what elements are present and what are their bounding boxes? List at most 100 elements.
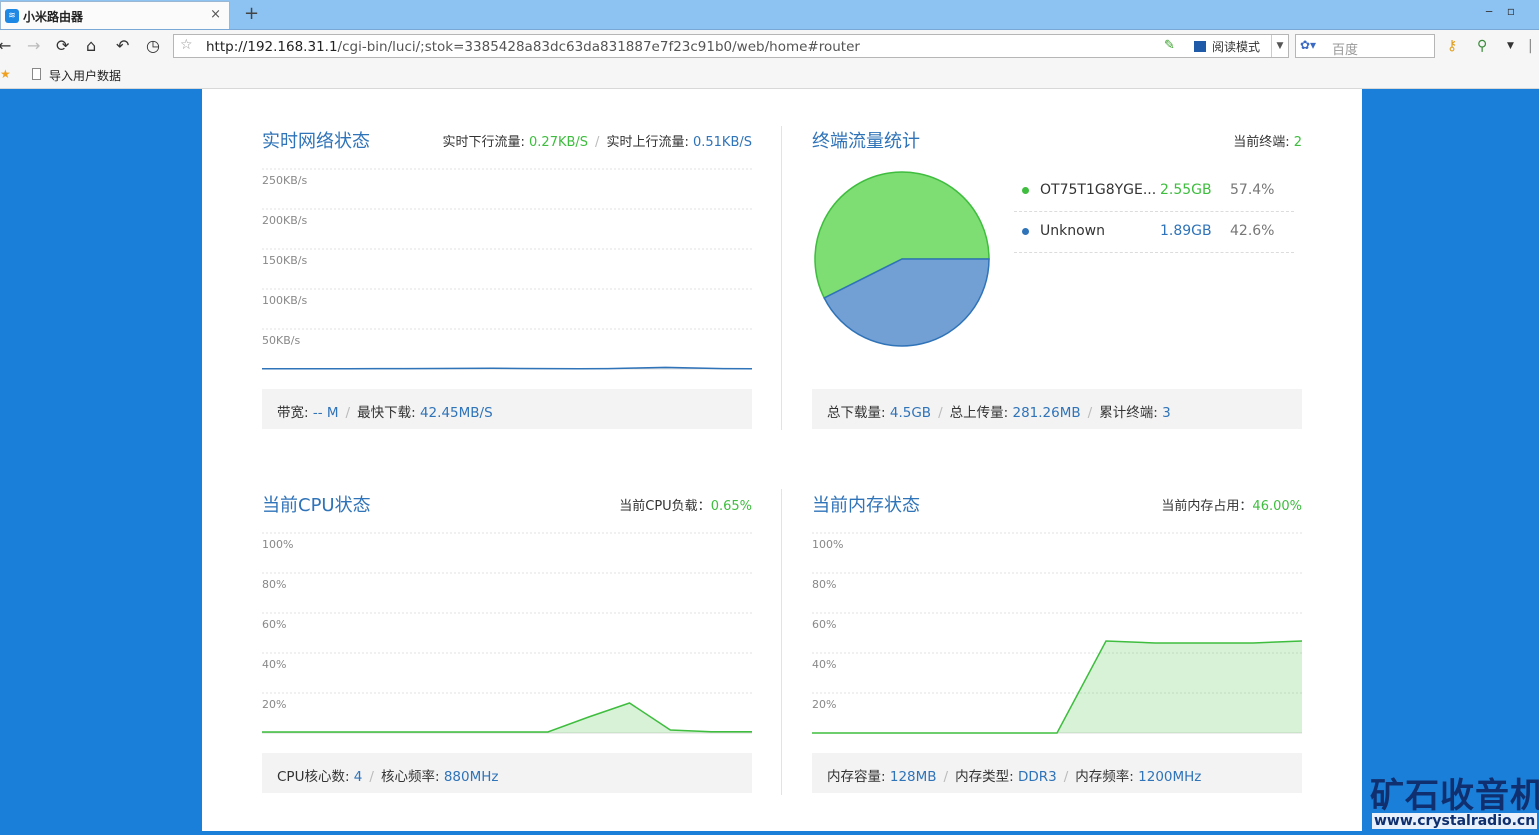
total-upload-value: 281.26MB bbox=[1012, 405, 1081, 421]
forward-icon[interactable]: → bbox=[27, 36, 40, 55]
memory-usage-chart: 100% 80% 60% 40% 20% bbox=[812, 532, 1302, 734]
series-line bbox=[262, 702, 752, 733]
total-download-label: 总下载量: bbox=[827, 405, 886, 421]
cpu-status-title: 当前CPU状态 bbox=[262, 495, 371, 516]
menu-chevron-icon[interactable]: ▼ bbox=[1507, 41, 1514, 51]
memory-status-title: 当前内存状态 bbox=[812, 495, 920, 516]
pin-icon[interactable]: ✎ bbox=[1164, 38, 1175, 53]
navigation-bar: ← → ⟳ ⌂ ↶ ◷ ☆ http://192.168.31.1/cgi-bi… bbox=[0, 30, 1539, 62]
column-divider bbox=[781, 489, 782, 795]
address-bar[interactable]: ☆ http://192.168.31.1/cgi-bin/luci/;stok… bbox=[173, 34, 1289, 58]
memory-freq-value: 1200MHz bbox=[1138, 769, 1202, 785]
legend-row[interactable]: OT75T1G8YGE... 2.55GB 57.4% bbox=[1014, 171, 1294, 212]
total-terminals-value: 3 bbox=[1162, 405, 1171, 421]
device-traffic: 1.89GB bbox=[1160, 223, 1212, 239]
y-tick-label: 200KB/s bbox=[262, 214, 307, 227]
terminal-footer: 总下载量: 4.5GB / 总上传量: 281.26MB / 累计终端: 3 bbox=[812, 389, 1302, 429]
bandwidth-label: 带宽: bbox=[277, 405, 309, 421]
cpu-footer: CPU核心数: 4/核心频率: 880MHz bbox=[262, 753, 752, 793]
total-download-value: 4.5GB bbox=[889, 405, 932, 421]
series-area bbox=[262, 703, 752, 733]
baidu-paw-icon[interactable]: ✿▾ bbox=[1300, 38, 1316, 52]
legend-dot bbox=[1022, 187, 1029, 194]
watermark-logo-text: 矿石收音机 bbox=[1370, 776, 1539, 816]
cpu-cores-value: 4 bbox=[353, 769, 363, 785]
y-tick-label: 80% bbox=[812, 578, 836, 591]
overflow-icon[interactable]: | bbox=[1528, 38, 1533, 54]
y-tick-label: 50KB/s bbox=[262, 334, 300, 347]
y-tick-label: 60% bbox=[262, 618, 286, 631]
memory-capacity-value: 128MB bbox=[889, 769, 937, 785]
memory-capacity-label: 内存容量: bbox=[827, 769, 886, 785]
refresh-icon[interactable]: ⟳ bbox=[56, 36, 69, 55]
tab-bar: ≋ 小米路由器 × + ‒▫ bbox=[0, 0, 1539, 30]
bookmark-import-user-data[interactable]: 导入用户数据 bbox=[49, 67, 121, 84]
memory-type-label: 内存类型: bbox=[955, 769, 1014, 785]
chevron-down-icon[interactable]: ▼ bbox=[1271, 35, 1288, 57]
fastest-download-label: 最快下载: bbox=[357, 405, 416, 421]
watermark: 矿石收音机 www.crystalradio.cn bbox=[1362, 768, 1539, 835]
fastest-download-value: 42.45MB/S bbox=[419, 405, 493, 421]
download-rate-value: 0.27KB/S bbox=[529, 135, 589, 150]
bookmark-star-icon[interactable]: ☆ bbox=[180, 37, 193, 53]
y-tick-label: 60% bbox=[812, 618, 836, 631]
device-traffic: 2.55GB bbox=[1160, 182, 1212, 198]
y-tick-label: 20% bbox=[812, 698, 836, 711]
total-upload-label: 总上传量: bbox=[949, 405, 1009, 421]
cpu-load-value: 0.65% bbox=[710, 499, 752, 514]
y-tick-label: 80% bbox=[262, 578, 286, 591]
close-tab-icon[interactable]: × bbox=[210, 7, 221, 22]
watermark-url: www.crystalradio.cn bbox=[1372, 813, 1538, 829]
wifi-icon: ≋ bbox=[5, 9, 19, 23]
reading-mode-label: 阅读模式 bbox=[1212, 40, 1261, 54]
new-tab-button[interactable]: + bbox=[244, 3, 259, 24]
window-controls[interactable]: ‒▫ bbox=[1485, 4, 1529, 18]
browser-tab[interactable]: ≋ 小米路由器 × bbox=[0, 1, 230, 29]
y-tick-label: 250KB/s bbox=[262, 174, 307, 187]
y-tick-label: 100% bbox=[262, 538, 293, 551]
book-icon bbox=[1194, 41, 1206, 52]
download-rate-label: 实时下行流量: bbox=[442, 135, 525, 150]
series-area bbox=[812, 641, 1302, 733]
y-tick-label: 100% bbox=[812, 538, 843, 551]
key-icon[interactable]: ⚷ bbox=[1447, 38, 1457, 54]
memory-footer: 内存容量: 128MB / 内存类型: DDR3/内存频率: 1200MHz bbox=[812, 753, 1302, 793]
device-name: OT75T1G8YGE... bbox=[1040, 182, 1157, 198]
terminal-pie-chart bbox=[814, 171, 990, 347]
terminal-traffic-panel: 终端流量统计 当前终端: 2 OT75T1G8YGE... 2.55GB 57.… bbox=[812, 127, 1302, 431]
memory-type-value: DDR3 bbox=[1017, 769, 1057, 785]
cpu-freq-value: 880MHz bbox=[443, 769, 499, 785]
legend-dot bbox=[1022, 228, 1029, 235]
legend-row[interactable]: Unknown 1.89GB 42.6% bbox=[1014, 212, 1294, 253]
bookmark-bar: ★ 导入用户数据 bbox=[0, 62, 1539, 89]
memory-usage: 当前内存占用：46.00% bbox=[1161, 495, 1302, 514]
cpu-cores-label: CPU核心数: bbox=[277, 769, 350, 785]
cpu-load-chart: 100% 80% 60% 40% 20% bbox=[262, 532, 752, 734]
device-percent: 42.6% bbox=[1230, 223, 1275, 239]
back-icon[interactable]: ← bbox=[0, 36, 11, 55]
page-icon bbox=[32, 68, 41, 80]
network-traffic-chart: 250KB/s 200KB/s 150KB/s 100KB/s 50KB/s bbox=[262, 168, 752, 370]
terminal-traffic-title: 终端流量统计 bbox=[812, 131, 920, 152]
magnifier-icon[interactable]: ⚲ bbox=[1477, 38, 1487, 54]
favorites-star-icon[interactable]: ★ bbox=[0, 67, 11, 81]
home-icon[interactable]: ⌂ bbox=[86, 36, 96, 55]
network-realtime-rates: 实时下行流量: 0.27KB/S / 实时上行流量: 0.51KB/S bbox=[442, 135, 752, 150]
cpu-load: 当前CPU负载：0.65% bbox=[619, 495, 752, 514]
upload-rate-label: 实时上行流量: bbox=[606, 135, 689, 150]
cpu-freq-label: 核心频率: bbox=[380, 769, 440, 785]
current-terminals-label: 当前终端: bbox=[1233, 135, 1290, 150]
undo-icon[interactable]: ↶ bbox=[116, 36, 129, 55]
url-text[interactable]: http://192.168.31.1/cgi-bin/luci/;stok=3… bbox=[206, 39, 860, 55]
reading-mode-button[interactable]: 阅读模式 bbox=[1194, 38, 1260, 55]
memory-usage-label: 当前内存占用： bbox=[1161, 499, 1253, 514]
network-status-title: 实时网络状态 bbox=[262, 131, 370, 152]
device-percent: 57.4% bbox=[1230, 182, 1275, 198]
router-dashboard: 实时网络状态 实时下行流量: 0.27KB/S / 实时上行流量: 0.51KB/S… bbox=[202, 89, 1362, 831]
history-icon[interactable]: ◷ bbox=[146, 36, 160, 55]
search-box[interactable]: ✿▾ 百度 bbox=[1295, 34, 1435, 58]
y-tick-label: 20% bbox=[262, 698, 286, 711]
cpu-load-label: 当前CPU负载： bbox=[619, 499, 711, 514]
device-name: Unknown bbox=[1040, 223, 1105, 239]
current-terminals-value: 2 bbox=[1293, 135, 1302, 150]
